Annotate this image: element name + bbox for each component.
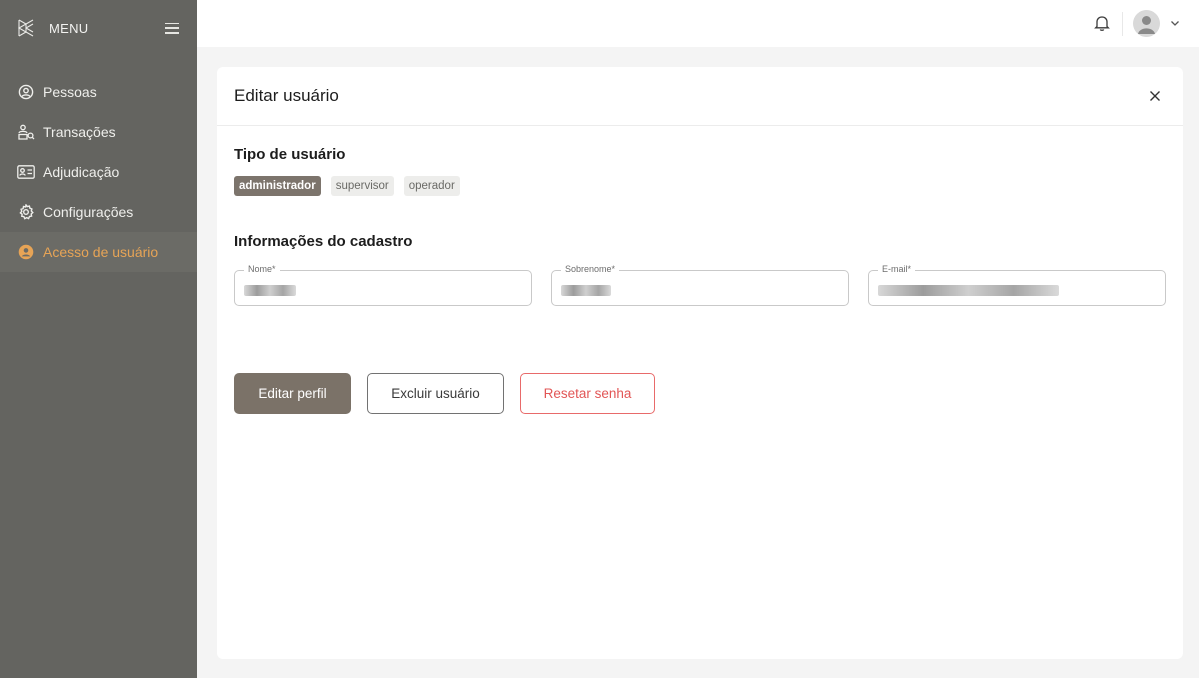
redacted-value <box>878 285 1059 296</box>
last-name-label: Sobrenome* <box>561 264 620 274</box>
transactions-icon <box>17 123 35 141</box>
top-bar <box>197 0 1199 47</box>
close-icon[interactable] <box>1148 89 1162 103</box>
avatar[interactable] <box>1133 10 1160 37</box>
sidebar-item-label: Adjudicação <box>43 164 120 180</box>
user-access-icon <box>17 243 35 261</box>
registration-info-heading: Informações do cadastro <box>234 233 413 250</box>
chip-supervisor[interactable]: supervisor <box>330 176 394 196</box>
redacted-value <box>244 285 296 296</box>
edit-user-card: Editar usuário Tipo de usuário administr… <box>217 67 1183 659</box>
sidebar: MENU Pessoas Transações Adjudicação Conf… <box>0 0 197 678</box>
chip-operador[interactable]: operador <box>403 176 460 196</box>
gear-icon <box>17 203 35 221</box>
email-label: E-mail* <box>878 264 916 274</box>
first-name-field[interactable]: Nome* <box>234 264 532 306</box>
sidebar-item-transacoes[interactable]: Transações <box>0 112 197 152</box>
topbar-divider <box>1122 12 1123 36</box>
card-header: Editar usuário <box>217 67 1183 126</box>
last-name-field[interactable]: Sobrenome* <box>551 264 849 306</box>
logo-icon <box>17 19 34 37</box>
sidebar-item-configuracoes[interactable]: Configurações <box>0 192 197 232</box>
user-type-chips: administrador supervisor operador <box>234 176 460 196</box>
sidebar-item-label: Pessoas <box>43 84 97 100</box>
sidebar-nav: Pessoas Transações Adjudicação Configura… <box>0 72 197 272</box>
redacted-value <box>561 285 611 296</box>
sidebar-item-label: Acesso de usuário <box>43 244 159 260</box>
menu-label: MENU <box>49 20 89 36</box>
person-circle-icon <box>17 83 35 101</box>
sidebar-item-pessoas[interactable]: Pessoas <box>0 72 197 112</box>
bell-icon[interactable] <box>1093 14 1111 32</box>
sidebar-item-adjudicacao[interactable]: Adjudicação <box>0 152 197 192</box>
reset-password-button[interactable]: Resetar senha <box>520 373 655 414</box>
sidebar-item-acesso-de-usuario[interactable]: Acesso de usuário <box>0 232 197 272</box>
sidebar-item-label: Configurações <box>43 204 134 220</box>
id-card-icon <box>17 163 35 181</box>
first-name-label: Nome* <box>244 264 280 274</box>
sidebar-header: MENU <box>0 0 197 56</box>
user-type-heading: Tipo de usuário <box>234 146 346 163</box>
sidebar-item-label: Transações <box>43 124 116 140</box>
edit-profile-button[interactable]: Editar perfil <box>234 373 351 414</box>
hamburger-icon[interactable] <box>165 22 179 34</box>
chip-administrador[interactable]: administrador <box>234 176 321 196</box>
chevron-down-icon[interactable] <box>1169 18 1181 28</box>
page-title: Editar usuário <box>234 86 339 105</box>
email-field[interactable]: E-mail* <box>868 264 1166 306</box>
delete-user-button[interactable]: Excluir usuário <box>367 373 504 414</box>
